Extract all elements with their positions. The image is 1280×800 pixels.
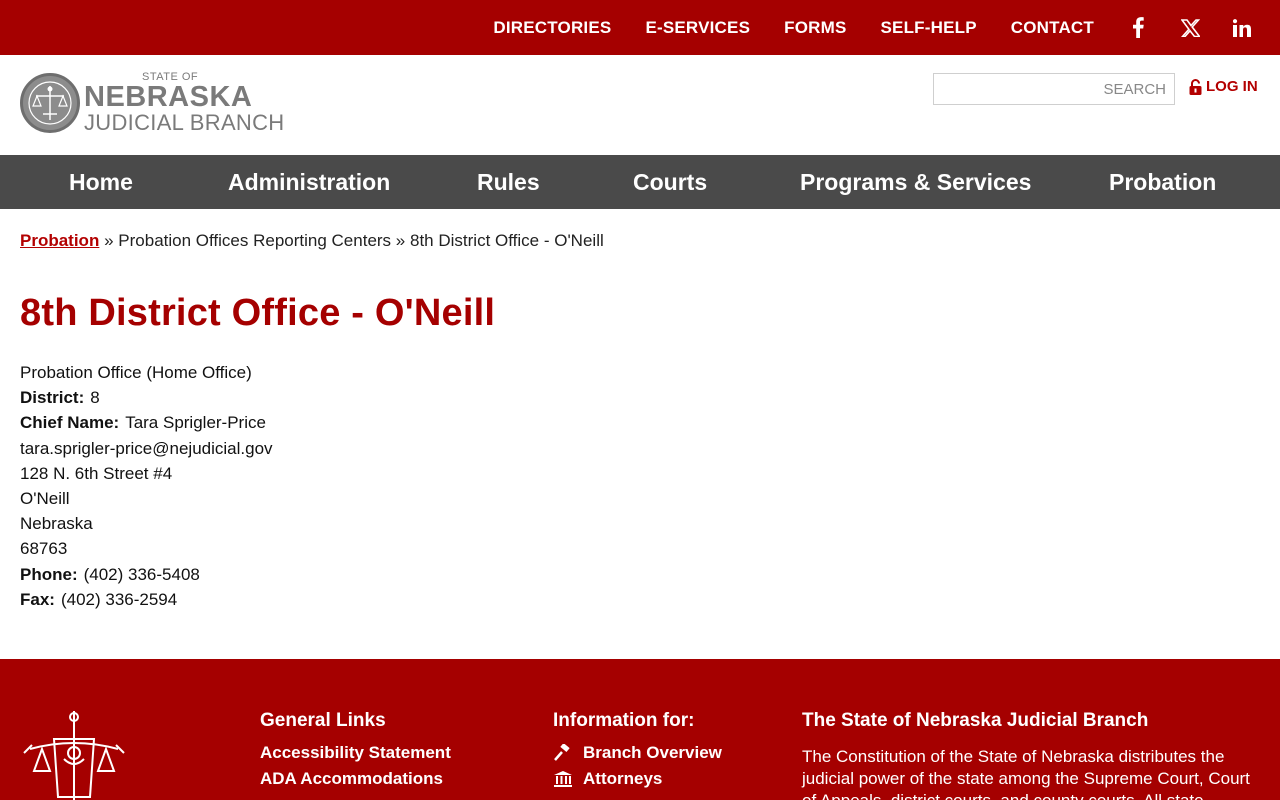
main-nav-rules[interactable]: Rules [477, 155, 540, 209]
district-row: District: 8 [20, 385, 273, 410]
top-bar: DIRECTORIES E-SERVICES FORMS SELF-HELP C… [0, 0, 1280, 55]
linkedin-icon[interactable] [1232, 16, 1252, 40]
utility-nav: DIRECTORIES E-SERVICES FORMS SELF-HELP C… [493, 0, 1280, 55]
breadcrumb-separator: » [395, 231, 406, 250]
breadcrumb-reporting-centers: Probation Offices Reporting Centers [118, 231, 392, 250]
state: Nebraska [20, 514, 93, 534]
main-nav-probation[interactable]: Probation [1109, 155, 1216, 209]
chief-row: Chief Name: Tara Sprigler-Price [20, 410, 273, 435]
nav-contact[interactable]: CONTACT [1011, 18, 1094, 38]
main-nav: Home Administration Rules Courts Program… [0, 155, 1280, 209]
district-value: 8 [90, 388, 100, 408]
footer-branch-overview-label: Branch Overview [583, 743, 722, 762]
phone-row: Phone: (402) 336-5408 [20, 562, 273, 587]
x-twitter-icon[interactable] [1180, 16, 1200, 40]
city: O'Neill [20, 488, 70, 508]
breadcrumb-current: 8th District Office - O'Neill [410, 231, 604, 250]
fax-value: (402) 336-2594 [60, 589, 178, 609]
logo-line-judicial-branch: JUDICIAL BRANCH [84, 110, 285, 135]
nav-forms[interactable]: FORMS [784, 18, 846, 38]
street-address: 128 N. 6th Street #4 [20, 463, 173, 483]
footer-accessibility-link[interactable]: Accessibility Statement [260, 743, 451, 763]
logo-line-nebraska: NEBRASKA [84, 81, 253, 113]
breadcrumb-separator: » [104, 231, 114, 250]
footer-about-heading: The State of Nebraska Judicial Branch [802, 710, 1149, 731]
footer-attorneys-label: Attorneys [583, 769, 663, 788]
nav-directories[interactable]: DIRECTORIES [493, 18, 611, 38]
footer-general-links-heading: General Links [260, 710, 386, 731]
chief-value: Tara Sprigler-Price [125, 413, 266, 433]
footer-branch-overview-link[interactable]: Branch Overview [553, 743, 722, 763]
login-label: LOG IN [1206, 78, 1258, 95]
gavel-icon [554, 744, 570, 761]
search-input[interactable] [933, 73, 1175, 105]
judicial-seal-icon [20, 73, 80, 133]
footer-seal-icon [20, 709, 128, 800]
login-link[interactable]: LOG IN [1189, 78, 1258, 95]
main-nav-programs-services[interactable]: Programs & Services [800, 155, 1031, 209]
phone-label: Phone: [20, 564, 78, 584]
breadcrumb: Probation » Probation Offices Reporting … [20, 231, 604, 251]
main-nav-home[interactable]: Home [69, 155, 133, 209]
site-footer: General Links Accessibility Statement AD… [0, 659, 1280, 800]
chief-label: Chief Name: [20, 413, 120, 433]
page-title: 8th District Office - O'Neill [20, 292, 496, 334]
phone-value: (402) 336-5408 [83, 564, 200, 584]
facebook-icon[interactable] [1128, 16, 1148, 40]
fax-row: Fax: (402) 336-2594 [20, 587, 273, 612]
breadcrumb-probation-link[interactable]: Probation [20, 231, 99, 250]
main-nav-courts[interactable]: Courts [633, 155, 707, 209]
footer-ada-link[interactable]: ADA Accommodations [260, 769, 443, 789]
zip-code: 68763 [20, 539, 68, 559]
footer-about-text: The Constitution of the State of Nebrask… [802, 747, 1250, 800]
social-links [1128, 16, 1264, 40]
fax-label: Fax: [20, 589, 55, 609]
email: tara.sprigler-price@nejudicial.gov [20, 438, 273, 458]
lock-icon [1189, 78, 1202, 95]
footer-attorneys-link[interactable]: Attorneys [553, 769, 662, 789]
nav-e-services[interactable]: E-SERVICES [645, 18, 750, 38]
courthouse-icon [554, 771, 572, 787]
district-label: District: [20, 388, 85, 408]
office-details: Probation Office (Home Office) District:… [20, 360, 273, 612]
site-logo[interactable]: STATE OF NEBRASKA JUDICIAL BRANCH [20, 72, 285, 134]
footer-information-heading: Information for: [553, 710, 695, 731]
logo-wordmark: STATE OF NEBRASKA JUDICIAL BRANCH [84, 72, 285, 134]
main-nav-administration[interactable]: Administration [228, 155, 390, 209]
nav-self-help[interactable]: SELF-HELP [881, 18, 977, 38]
office-type: Probation Office (Home Office) [20, 363, 252, 382]
